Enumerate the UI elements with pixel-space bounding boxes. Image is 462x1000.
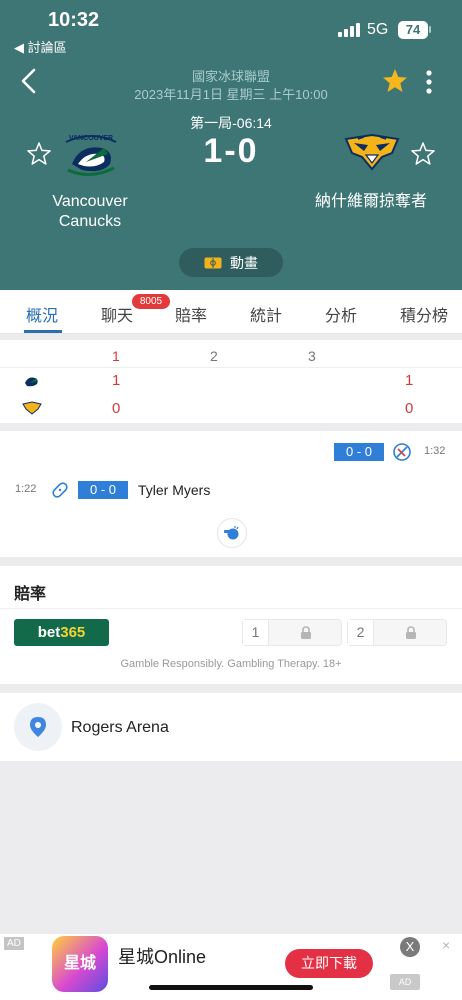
rink-icon: [204, 257, 222, 268]
venue-card[interactable]: Rogers Arena: [0, 693, 462, 761]
table-divider: [0, 367, 462, 368]
active-tab-indicator: [24, 330, 62, 333]
event-score-chip: 0 - 0: [334, 443, 384, 461]
odds-option-label: 1: [243, 620, 269, 645]
back-to-app-link[interactable]: ◀ 討論區: [14, 37, 67, 56]
home-team-name[interactable]: Vancouver Canucks: [30, 192, 150, 232]
away-period1-score: 0: [112, 400, 121, 417]
animation-label: 動畫: [230, 254, 258, 271]
tab-analysis[interactable]: 分析: [325, 302, 357, 326]
home-follow-star-icon[interactable]: [26, 141, 52, 167]
battery-icon: 74: [398, 21, 428, 39]
event-time: 1:22: [15, 483, 37, 495]
tab-chat[interactable]: 聊天: [101, 302, 133, 326]
odds-section: 賠率 bet365 1 2 Gamble Responsibly. Gambli…: [0, 566, 462, 684]
no-goal-icon: [393, 443, 411, 461]
odds-option-2[interactable]: 2: [347, 619, 447, 646]
network-type: 5G: [367, 21, 389, 38]
ad-close-button[interactable]: X: [400, 937, 420, 957]
ad-app-icon[interactable]: 星城: [52, 936, 108, 992]
lock-icon: [406, 626, 416, 639]
bookmaker-main: bet: [37, 624, 61, 641]
gambling-disclaimer[interactable]: Gamble Responsibly. Gambling Therapy. 18…: [0, 658, 462, 670]
period-score-table: 1 2 3 1 1 0 0: [0, 340, 462, 423]
predators-mini-logo: [22, 401, 42, 415]
period-header-3: 3: [308, 348, 316, 364]
home-team-name-line2: Canucks: [58, 213, 122, 230]
odds-title: 賠率: [14, 586, 47, 603]
ad-dismiss-icon[interactable]: ×: [442, 937, 450, 953]
tab-stats[interactable]: 統計: [250, 302, 282, 326]
odds-divider: [0, 608, 462, 609]
bandage-icon: [52, 482, 68, 498]
match-header: 10:32 ◀ 討論區 5G 74 國家冰球聯盟 2023年11月1日 星期三 …: [0, 0, 462, 290]
home-team-name-line1: Vancouver: [52, 193, 128, 210]
more-menu-icon[interactable]: [418, 68, 440, 96]
event-timeline: 0 - 0 1:32 1:22 0 - 0 Tyler Myers: [0, 431, 462, 557]
signal-icon: [338, 22, 360, 37]
lock-icon: [301, 626, 311, 639]
ad-banner[interactable]: AD 星城 星城Online 立即下載 X × AD: [0, 934, 462, 1000]
bookmaker-accent: 365: [60, 624, 86, 641]
event-time: 1:32: [424, 445, 446, 457]
away-follow-star-icon[interactable]: [410, 141, 436, 167]
period-header-2: 2: [210, 348, 218, 364]
canucks-mini-logo: [25, 377, 38, 387]
status-bar: 10:32 ◀ 討論區 5G 74: [0, 0, 462, 58]
canucks-logo[interactable]: VANCOUVER: [60, 124, 122, 180]
predators-logo[interactable]: [344, 133, 400, 171]
ad-app-name[interactable]: 星城Online: [118, 943, 206, 969]
tab-bar: 概況 聊天 賠率 統計 分析 積分榜: [0, 290, 462, 334]
odds-option-1[interactable]: 1: [242, 619, 342, 646]
odds-option-label: 2: [348, 620, 374, 645]
chat-count-badge: 8005: [132, 294, 170, 309]
tab-standings[interactable]: 積分榜: [400, 302, 448, 326]
event-score-chip: 0 - 0: [78, 481, 128, 499]
home-total-score: 1: [405, 372, 414, 389]
favorite-star-icon[interactable]: [382, 68, 408, 94]
ad-tag: AD: [4, 937, 24, 950]
ad-badge: AD: [390, 974, 420, 990]
bet365-logo[interactable]: bet365: [14, 619, 109, 646]
svg-text:VANCOUVER: VANCOUVER: [69, 135, 113, 142]
battery-tip: [429, 26, 431, 33]
away-total-score: 0: [405, 400, 414, 417]
status-time: 10:32: [48, 9, 100, 31]
tab-overview[interactable]: 概況: [26, 302, 58, 326]
period-header-1: 1: [112, 348, 120, 364]
location-pin-icon: [14, 703, 62, 751]
venue-name: Rogers Arena: [71, 719, 169, 736]
home-period1-score: 1: [112, 372, 121, 389]
home-indicator[interactable]: [149, 985, 313, 990]
animation-button[interactable]: 動畫: [179, 248, 283, 277]
event-player-name[interactable]: Tyler Myers: [138, 482, 210, 498]
ad-download-button[interactable]: 立即下載: [285, 949, 373, 978]
tab-odds[interactable]: 賠率: [175, 302, 207, 326]
whistle-icon: [217, 518, 247, 548]
away-team-name[interactable]: 納什維爾掠奪者: [305, 192, 437, 212]
